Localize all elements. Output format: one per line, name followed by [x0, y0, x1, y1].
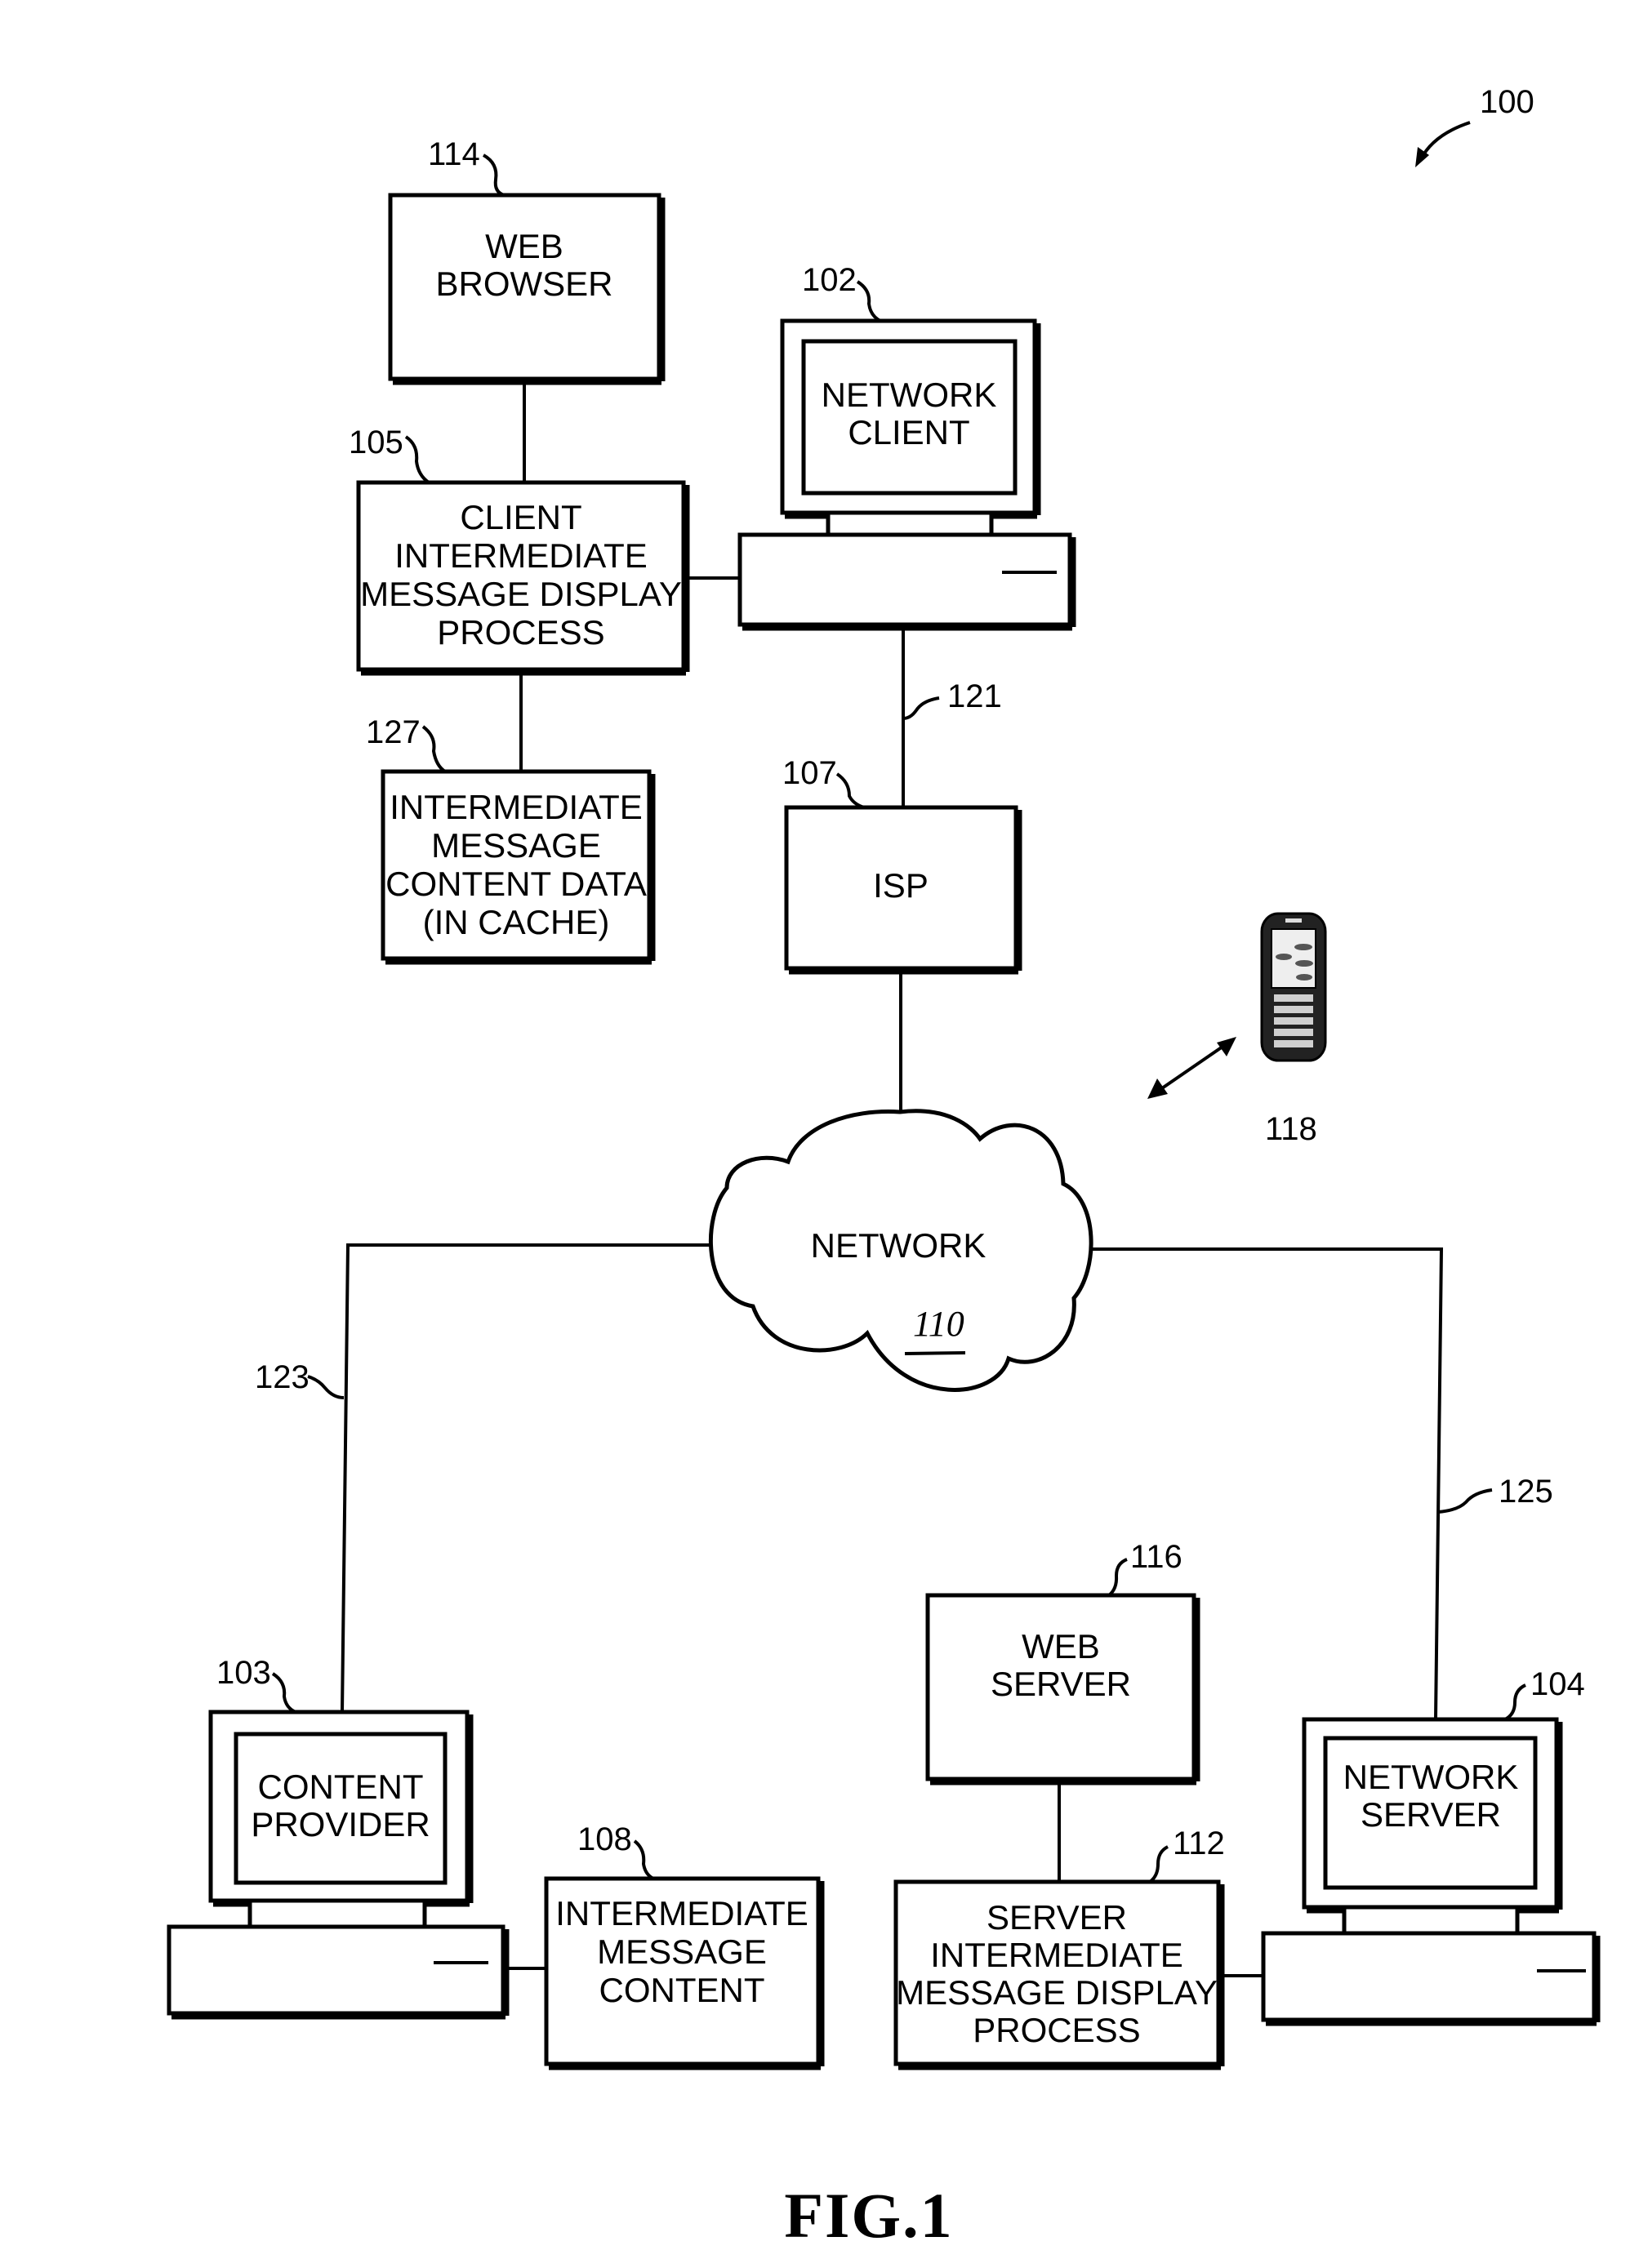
system-ref-label: 100: [1480, 84, 1534, 120]
network-server-line1: NETWORK: [1343, 1758, 1519, 1796]
system-reference: 100: [1415, 84, 1534, 167]
reference-arrow-icon: [1419, 121, 1471, 160]
message-content-line1: INTERMEDIATE: [555, 1894, 808, 1932]
web-server-node: 116 WEB SERVER: [925, 1539, 1200, 1785]
network-server-node: 104 NETWORK SERVER: [1261, 1666, 1601, 2026]
client-process-line4: PROCESS: [437, 613, 604, 651]
network-server-line2: SERVER: [1361, 1795, 1501, 1834]
server-process-line2: INTERMEDIATE: [930, 1936, 1183, 1974]
wireless-link-arrow: [1158, 1043, 1227, 1092]
network-client-line1: NETWORK: [822, 376, 997, 414]
client-process-line3: MESSAGE DISPLAY: [360, 575, 682, 613]
phone-speaker-icon: [1285, 918, 1302, 923]
ref-123: 123: [255, 1359, 310, 1395]
cache-line2: MESSAGE: [431, 826, 601, 865]
isp-node: 107 ISP: [782, 755, 1022, 975]
network-label: NETWORK: [811, 1226, 987, 1265]
network-client-base: [737, 532, 1072, 627]
ref-116: 116: [1130, 1539, 1182, 1575]
ref-114: 114: [428, 136, 480, 172]
ref-105: 105: [349, 425, 403, 460]
ref-112: 112: [1173, 1826, 1225, 1861]
mobile-device-node: 118: [1147, 912, 1327, 1147]
server-process-line1: SERVER: [987, 1898, 1127, 1937]
web-server-line2: SERVER: [991, 1665, 1131, 1703]
web-browser-node: 114 WEB BROWSER: [388, 136, 666, 385]
figure-caption: FIG.1: [784, 2180, 953, 2251]
web-server-line1: WEB: [1022, 1627, 1100, 1665]
ref-110: 110: [913, 1304, 964, 1344]
ref-127: 127: [366, 714, 421, 750]
cache-node: 127 INTERMEDIATE MESSAGE CONTENT DATA (I…: [366, 714, 656, 965]
content-provider-node: 103 CONTENT PROVIDER: [167, 1655, 510, 2020]
message-content-line3: CONTENT: [599, 1971, 765, 2009]
network-client-line2: CLIENT: [848, 413, 969, 451]
network-cloud-node: NETWORK 110: [708, 1109, 1093, 1392]
content-provider-line1: CONTENT: [258, 1768, 424, 1806]
arrowhead-icon: [1217, 1037, 1236, 1056]
arrowhead-icon: [1147, 1078, 1168, 1099]
server-process-line3: MESSAGE DISPLAY: [896, 1973, 1218, 2012]
isp-label: ISP: [873, 866, 929, 905]
server-process-line4: PROCESS: [973, 2011, 1140, 2049]
network-client-node: 102 NETWORK CLIENT: [737, 262, 1076, 631]
client-process-line1: CLIENT: [460, 498, 581, 536]
cache-line4: (IN CACHE): [423, 903, 610, 941]
content-provider-base: [167, 1924, 506, 2016]
ref-125: 125: [1499, 1474, 1553, 1510]
link-123: [341, 1243, 712, 1713]
ref-108: 108: [577, 1821, 632, 1857]
ref-104: 104: [1530, 1666, 1585, 1702]
ref-118: 118: [1265, 1111, 1317, 1147]
network-server-base: [1261, 1931, 1597, 2022]
network-client-stand: [826, 510, 994, 537]
web-browser-line1: WEB: [485, 227, 563, 265]
content-provider-line2: PROVIDER: [251, 1805, 430, 1843]
cache-line3: CONTENT DATA: [385, 865, 647, 903]
ref-103: 103: [216, 1655, 271, 1691]
client-process-line2: INTERMEDIATE: [394, 536, 648, 575]
ref-121: 121: [947, 678, 1002, 714]
network-server-stand: [1342, 1905, 1520, 1936]
web-browser-line2: BROWSER: [435, 265, 612, 303]
client-process-node: 105 CLIENT INTERMEDIATE MESSAGE DISPLAY …: [349, 425, 690, 676]
ref-107: 107: [782, 755, 837, 791]
ref-102: 102: [802, 262, 857, 298]
cache-line1: INTERMEDIATE: [390, 788, 643, 826]
content-provider-stand: [247, 1898, 427, 1929]
message-content-node: 108 INTERMEDIATE MESSAGE CONTENT: [544, 1821, 825, 2070]
message-content-line2: MESSAGE: [597, 1932, 767, 1971]
patent-diagram: 100 114 WEB BROWSER 105 CLIENT INTERMEDI…: [167, 84, 1601, 2251]
ref-110-underline: [904, 1351, 966, 1355]
